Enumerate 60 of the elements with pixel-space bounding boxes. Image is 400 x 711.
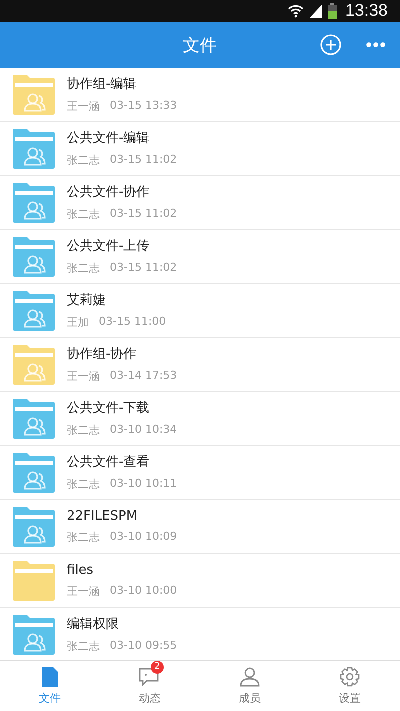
folder-name: 公共文件-查看 <box>67 454 151 471</box>
folder-time: 03-15 11:00 <box>99 315 166 330</box>
folder-time: 03-10 10:09 <box>110 530 178 544</box>
folder-name: 22FILESPM <box>67 508 139 524</box>
folder-row[interactable]: 22FILESPM 张二志 03-10 10:09 <box>0 500 400 554</box>
tab[interactable]: 文件 <box>0 661 100 711</box>
folder-row[interactable]: 协作组-协作 王一涵 03-14 17:53 <box>0 338 400 392</box>
folder-row[interactable]: 编辑权限 张二志 03-10 09:55 <box>0 608 400 660</box>
folder-row[interactable]: 公共文件-下载 张二志 03-10 10:34 <box>0 392 400 446</box>
folder-name: 公共文件-编辑 <box>67 130 151 147</box>
folder-row[interactable]: 公共文件-编辑 张二志 03-15 11:02 <box>0 122 400 176</box>
document-icon <box>42 667 58 687</box>
folder-owner: 张二志 <box>67 530 100 544</box>
battery-icon <box>328 3 338 19</box>
folder-time: 03-10 10:34 <box>110 423 178 438</box>
folder-time: 03-10 10:00 <box>110 584 178 598</box>
folder-time: 03-15 11:02 <box>110 207 178 222</box>
status-time: 13:38 <box>345 1 388 21</box>
folder-time: 03-15 13:33 <box>110 99 178 114</box>
settings-icon <box>340 667 360 687</box>
folder-time: 03-15 11:02 <box>110 261 178 276</box>
folder-row[interactable]: 公共文件-查看 张二志 03-10 10:11 <box>0 446 400 500</box>
folder-owner: 张二志 <box>67 153 100 168</box>
message-icon <box>139 667 161 687</box>
folder-row[interactable]: 公共文件-上传 张二志 03-15 11:02 <box>0 230 400 284</box>
folder-owner: 张二志 <box>67 261 100 276</box>
header-title: 文件 <box>183 34 217 56</box>
folder-row[interactable]: files 王一涵 03-10 10:00 <box>0 554 400 608</box>
folder-owner: 王一涵 <box>67 584 100 598</box>
folder-row[interactable]: 协作组-编辑 王一涵 03-15 13:33 <box>0 68 400 122</box>
person-icon <box>240 667 260 687</box>
folder-owner: 张二志 <box>67 207 100 222</box>
folder-name: 协作组-编辑 <box>67 76 138 93</box>
folder-name: 公共文件-下载 <box>67 400 151 417</box>
folder-name: 艾莉婕 <box>67 292 107 309</box>
folder-time: 03-14 17:53 <box>110 369 178 384</box>
folder-name: 协作组-协作 <box>67 346 138 363</box>
count-badge: 2 <box>151 661 164 674</box>
add-icon[interactable] <box>320 34 342 56</box>
folder-name: 编辑权限 <box>67 616 120 633</box>
folder-name: files <box>67 562 95 578</box>
folder-name: 公共文件-协作 <box>67 184 151 201</box>
signal-icon <box>309 4 324 18</box>
folder-row[interactable]: 艾莉婕 王加 03-15 11:00 <box>0 284 400 338</box>
folder-row[interactable]: 公共文件-协作 张二志 03-15 11:02 <box>0 176 400 230</box>
folder-time: 03-15 11:02 <box>110 153 178 168</box>
tab[interactable]: 2 动态 <box>100 661 200 711</box>
folder-name: 公共文件-上传 <box>67 238 151 255</box>
tab[interactable]: 设置 <box>300 661 400 711</box>
folder-owner: 张二志 <box>67 477 100 492</box>
wifi-icon <box>288 4 304 18</box>
folder-time: 03-10 09:55 <box>110 639 178 654</box>
folder-owner: 王加 <box>67 315 89 330</box>
folder-time: 03-10 10:11 <box>110 477 178 492</box>
folder-owner: 张二志 <box>67 639 100 654</box>
folder-owner: 张二志 <box>67 423 100 438</box>
folder-owner: 王一涵 <box>67 369 100 384</box>
folder-owner: 王一涵 <box>67 99 100 114</box>
tab[interactable]: 成员 <box>200 661 300 711</box>
more-icon[interactable] <box>366 42 386 48</box>
